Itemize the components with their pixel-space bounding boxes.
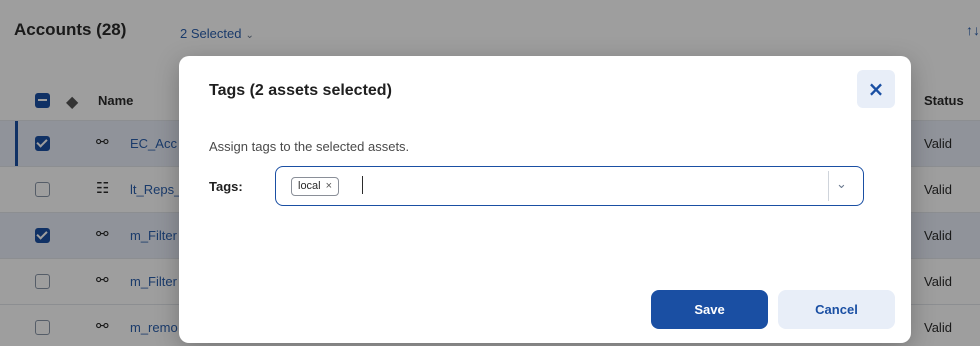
remove-tag-icon[interactable]: × [326, 180, 332, 192]
input-divider [828, 171, 829, 201]
tags-input[interactable]: local × ⌄ [275, 166, 864, 206]
tag-chip-label: local [298, 180, 321, 192]
tags-label: Tags: [209, 179, 243, 194]
save-button[interactable]: Save [651, 290, 768, 329]
text-cursor [362, 176, 363, 194]
dialog-description: Assign tags to the selected assets. [209, 139, 410, 154]
cancel-button[interactable]: Cancel [778, 290, 895, 329]
chevron-down-icon[interactable]: ⌄ [836, 177, 847, 192]
tag-chip: local × [291, 177, 340, 196]
close-button[interactable]: × [857, 70, 895, 108]
tags-dialog: Tags (2 assets selected) × Assign tags t… [179, 56, 911, 343]
dialog-title: Tags (2 assets selected) [209, 82, 392, 99]
